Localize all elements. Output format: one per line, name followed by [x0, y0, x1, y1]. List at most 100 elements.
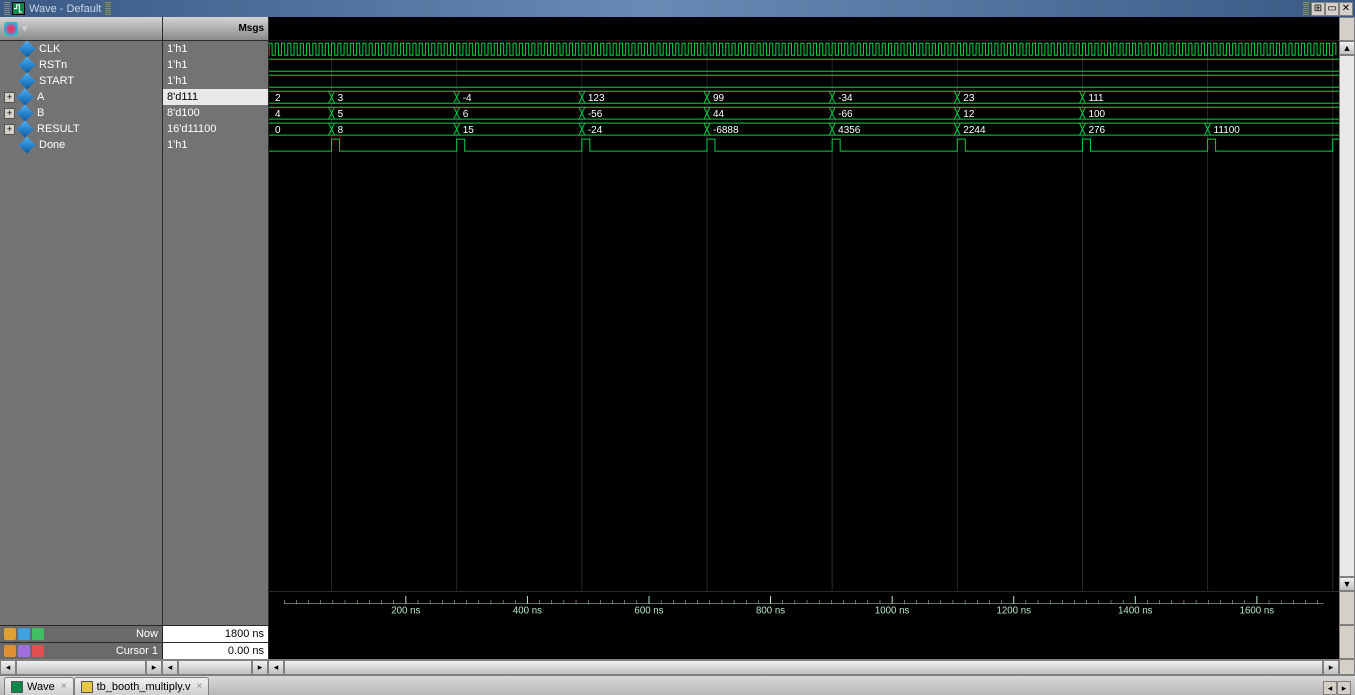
scroll-corner [1339, 659, 1355, 675]
svg-text:-4: -4 [463, 93, 472, 104]
signal-row-result[interactable]: +RESULT [0, 121, 162, 137]
svg-text:1000 ns: 1000 ns [875, 605, 910, 616]
vertical-scrollbar[interactable]: ▲ ▼ [1339, 17, 1355, 625]
signal-row-clk[interactable]: CLK [0, 41, 162, 57]
signal-label: B [37, 107, 44, 119]
signal-diamond-icon [19, 57, 36, 74]
svg-text:12: 12 [963, 109, 975, 120]
signal-value-rstn[interactable]: 1'h1 [163, 57, 268, 73]
scroll-track[interactable] [284, 660, 1323, 675]
lock-icon[interactable] [4, 645, 16, 657]
window-close-button[interactable]: ✕ [1339, 2, 1353, 16]
scroll-corner [1339, 591, 1355, 625]
svg-text:200 ns: 200 ns [391, 605, 420, 616]
signal-row-b[interactable]: +B [0, 105, 162, 121]
svg-text:400 ns: 400 ns [513, 605, 542, 616]
signal-row-done[interactable]: Done [0, 137, 162, 153]
signal-value-start[interactable]: 1'h1 [163, 73, 268, 89]
scroll-left-button[interactable]: ◂ [0, 660, 16, 675]
svg-text:11100: 11100 [1214, 125, 1241, 136]
svg-text:100: 100 [1088, 109, 1105, 120]
expand-button[interactable]: + [4, 108, 15, 119]
footer-wave-area [269, 625, 1339, 659]
signal-diamond-icon [19, 137, 36, 154]
tab-close-button[interactable]: × [197, 681, 203, 692]
svg-text:3: 3 [338, 93, 344, 104]
scroll-right-button[interactable]: ▸ [252, 660, 268, 675]
now-value: 1800 ns [163, 625, 268, 642]
scroll-track[interactable] [16, 660, 146, 675]
now-label: Now [136, 628, 158, 640]
horizontal-scroll-row: ◂ ▸ ◂ ▸ ◂ ▸ [0, 659, 1355, 675]
wave-header [269, 17, 1339, 41]
cursor-icon[interactable] [18, 628, 30, 640]
name-column-scrollbar[interactable]: ◂ ▸ [0, 659, 162, 675]
svg-text:600 ns: 600 ns [634, 605, 663, 616]
expand-button[interactable]: + [4, 92, 15, 103]
scroll-corner [1339, 625, 1355, 659]
svg-text:276: 276 [1088, 125, 1105, 136]
bookmark-icon[interactable] [4, 628, 16, 640]
window-maximize-button[interactable]: ▭ [1325, 2, 1339, 16]
scroll-up-button[interactable]: ▲ [1339, 41, 1355, 55]
window-dock-button[interactable]: ⊞ [1311, 2, 1325, 16]
signal-label: Done [39, 139, 65, 151]
tab-label: Wave [27, 681, 55, 693]
scroll-down-button[interactable]: ▼ [1339, 577, 1355, 591]
svg-text:2: 2 [275, 93, 281, 104]
svg-text:15: 15 [463, 125, 475, 136]
tab-prev-button[interactable]: ◂ [1323, 681, 1337, 695]
cursor-value: 0.00 ns [163, 642, 268, 659]
remove-icon[interactable] [32, 645, 44, 657]
tab-wave[interactable]: Wave × [4, 677, 74, 695]
tab-tb-booth-multiply-v[interactable]: tb_booth_multiply.v × [74, 677, 210, 695]
signal-row-rstn[interactable]: RSTn [0, 57, 162, 73]
waveform-area[interactable]: 23-412399-3423111456-5644-66121000815-24… [268, 17, 1339, 625]
time-ruler[interactable]: 200 ns400 ns600 ns800 ns1000 ns1200 ns14… [269, 592, 1339, 625]
expand-button[interactable]: + [4, 124, 15, 135]
svg-text:-34: -34 [838, 93, 853, 104]
signal-diamond-icon [17, 89, 34, 106]
signal-value-clk[interactable]: 1'h1 [163, 41, 268, 57]
scroll-left-button[interactable]: ◂ [268, 660, 284, 675]
scroll-corner [1339, 17, 1355, 41]
scroll-track[interactable] [1339, 55, 1355, 577]
tab-next-button[interactable]: ▸ [1337, 681, 1351, 695]
signal-value-column[interactable]: Msgs 1'h11'h11'h18'd1118'd10016'd111001'… [162, 17, 268, 625]
svg-text:8: 8 [338, 125, 344, 136]
scroll-right-button[interactable]: ▸ [1323, 660, 1339, 675]
svg-text:99: 99 [713, 93, 725, 104]
scroll-left-button[interactable]: ◂ [162, 660, 178, 675]
drag-handle-icon[interactable] [105, 2, 111, 15]
svg-text:-6888: -6888 [713, 125, 739, 136]
drag-handle-icon[interactable] [1303, 2, 1309, 15]
wave-scrollbar[interactable]: ◂ ▸ [268, 659, 1339, 675]
window-title: Wave - Default [29, 3, 101, 15]
tab-close-button[interactable]: × [61, 681, 67, 692]
tab-icon [11, 681, 23, 693]
signal-row-start[interactable]: START [0, 73, 162, 89]
signal-value-a[interactable]: 8'd111 [163, 89, 268, 105]
tab-label: tb_booth_multiply.v [97, 681, 191, 693]
signal-label: START [39, 75, 74, 87]
scroll-right-button[interactable]: ▸ [146, 660, 162, 675]
svg-text:111: 111 [1088, 93, 1104, 104]
signal-diamond-icon [19, 41, 36, 58]
waveform-svg[interactable]: 23-412399-3423111456-5644-66121000815-24… [269, 41, 1339, 591]
svg-text:-66: -66 [838, 109, 853, 120]
signal-value-b[interactable]: 8'd100 [163, 105, 268, 121]
footer-info-rows: Now Cursor 1 1800 ns 0.00 ns [0, 625, 1355, 659]
cursor-row-toolbar: Cursor 1 [0, 642, 162, 659]
value-column-scrollbar[interactable]: ◂ ▸ [162, 659, 268, 675]
msgs-column-header: Msgs [163, 17, 268, 41]
link-icon[interactable] [18, 645, 30, 657]
signal-row-a[interactable]: +A [0, 89, 162, 105]
add-icon[interactable] [32, 628, 44, 640]
signal-label: CLK [39, 43, 60, 55]
signal-value-done[interactable]: 1'h1 [163, 137, 268, 153]
signal-value-result[interactable]: 16'd11100 [163, 121, 268, 137]
drag-handle-icon[interactable] [4, 2, 10, 15]
signal-diamond-icon [17, 105, 34, 122]
scroll-track[interactable] [178, 660, 252, 675]
title-bar: Wave - Default ⊞ ▭ ✕ [0, 0, 1355, 17]
